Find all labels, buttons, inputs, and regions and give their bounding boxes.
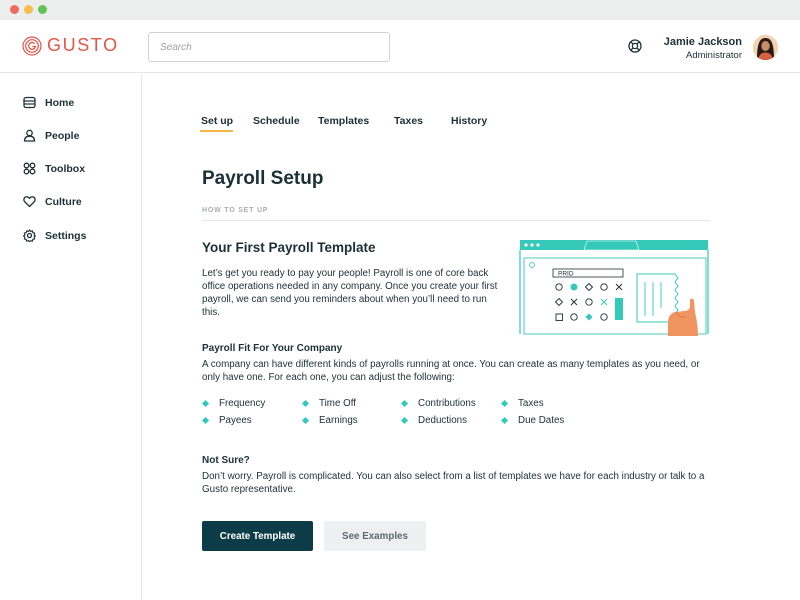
avatar[interactable] xyxy=(753,35,778,60)
template-heading: Your First Payroll Template xyxy=(202,240,376,255)
sidebar-item-culture[interactable]: Culture xyxy=(23,195,82,208)
diamond-bullet-icon xyxy=(500,416,509,425)
sidebar-item-label: Settings xyxy=(45,229,87,242)
list-item: Time Off xyxy=(301,398,356,409)
list-item: Payees xyxy=(201,415,252,426)
sidebar: Home People Toolbox Culture Settings xyxy=(0,74,142,600)
list-item: Due Dates xyxy=(500,415,564,426)
gusto-logo[interactable]: GUSTO xyxy=(22,35,119,56)
sidebar-item-label: Culture xyxy=(45,195,82,208)
user-photo xyxy=(753,35,778,60)
sidebar-item-people[interactable]: People xyxy=(23,129,79,142)
divider xyxy=(202,220,710,221)
payroll-template-illustration: PRID xyxy=(519,240,709,336)
sidebar-item-label: Home xyxy=(45,96,75,109)
diamond-bullet-icon xyxy=(301,399,310,408)
user-role: Administrator xyxy=(686,50,742,61)
person-icon xyxy=(23,129,36,142)
diamond-bullet-icon xyxy=(201,416,210,425)
illustration-field-text: PRID xyxy=(558,271,574,278)
diamond-bullet-icon xyxy=(201,399,210,408)
close-window-button[interactable] xyxy=(10,5,19,14)
search-input[interactable] xyxy=(148,32,390,62)
diamond-bullet-icon xyxy=(500,399,509,408)
help-button[interactable] xyxy=(628,39,642,58)
diamond-bullet-icon xyxy=(400,399,409,408)
list-item: Taxes xyxy=(500,398,544,409)
gear-icon xyxy=(23,229,36,242)
tab-set-up[interactable]: Set up xyxy=(201,115,233,127)
page-title: Payroll Setup xyxy=(202,168,324,189)
active-tab-indicator xyxy=(200,130,233,132)
list-item: Frequency xyxy=(201,398,265,409)
home-icon xyxy=(23,96,36,109)
heart-icon xyxy=(23,196,36,208)
template-description: Let’s get you ready to pay your people! … xyxy=(202,268,498,318)
diamond-bullet-icon xyxy=(400,416,409,425)
tab-schedule[interactable]: Schedule xyxy=(253,115,300,127)
sidebar-item-label: People xyxy=(45,129,80,142)
maximize-window-button[interactable] xyxy=(38,5,47,14)
sidebar-item-label: Toolbox xyxy=(45,162,86,175)
create-template-button[interactable]: Create Template xyxy=(202,521,313,551)
window-titlebar xyxy=(0,0,800,20)
tab-taxes[interactable]: Taxes xyxy=(394,115,423,127)
diamond-bullet-icon xyxy=(301,416,310,425)
unsure-heading: Not Sure? xyxy=(202,455,250,466)
sidebar-item-home[interactable]: Home xyxy=(23,96,74,109)
sidebar-item-toolbox[interactable]: Toolbox xyxy=(23,162,85,175)
fit-heading: Payroll Fit For Your Company xyxy=(202,343,343,354)
logo-wordmark: GUSTO xyxy=(47,35,119,55)
unsure-description: Don’t worry. Payroll is complicated. You… xyxy=(202,471,705,495)
grid-icon xyxy=(23,162,36,175)
fit-description: A company can have different kinds of pa… xyxy=(202,359,700,383)
list-item: Deductions xyxy=(400,415,467,426)
gusto-logo-icon xyxy=(22,35,42,56)
tab-templates[interactable]: Templates xyxy=(318,115,369,127)
list-item: Contributions xyxy=(400,398,476,409)
top-header: GUSTO Jamie Jackson Administrator xyxy=(0,20,800,73)
sidebar-item-settings[interactable]: Settings xyxy=(23,229,86,242)
lifebuoy-icon xyxy=(628,39,642,53)
list-item: Earnings xyxy=(301,415,358,426)
user-name[interactable]: Jamie Jackson xyxy=(664,36,742,48)
section-label: HOW TO SET UP xyxy=(202,207,269,214)
see-examples-button[interactable]: See Examples xyxy=(324,521,426,551)
minimize-window-button[interactable] xyxy=(24,5,33,14)
payroll-illustration: PRID xyxy=(518,238,710,341)
tab-history[interactable]: History xyxy=(451,115,487,127)
